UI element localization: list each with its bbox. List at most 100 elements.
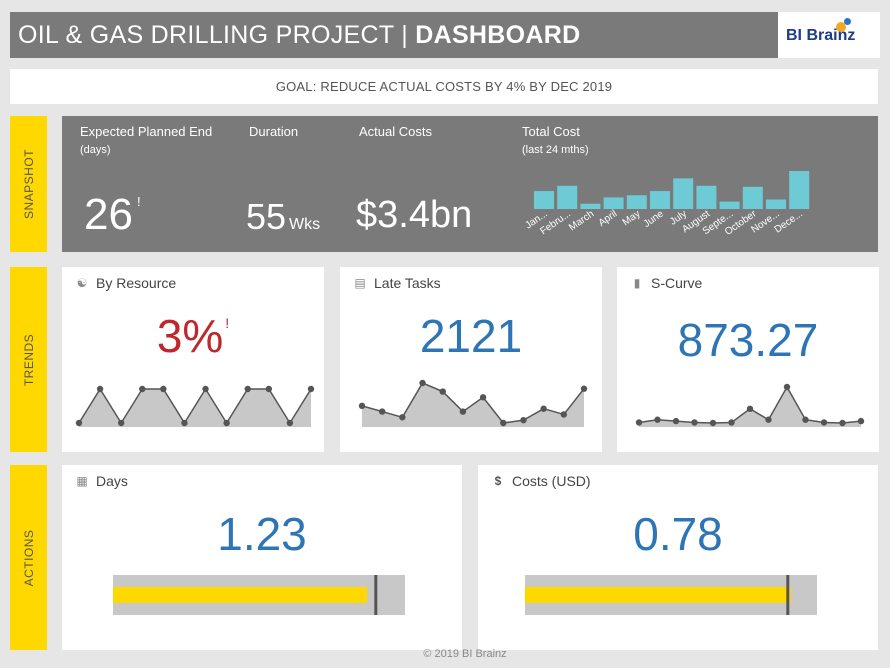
sparkline-point	[654, 416, 661, 423]
sparkline-point	[520, 416, 527, 424]
expected-end-label: Expected Planned End	[80, 124, 213, 139]
total-cost-tick-label: May	[621, 208, 643, 228]
total-cost-bar	[696, 185, 717, 209]
title-bold: DASHBOARD	[415, 21, 581, 49]
sparkline-point	[783, 383, 791, 391]
card-header: ▦ Days	[74, 473, 128, 489]
sparkline-point	[839, 419, 846, 427]
card-title: By Resource	[96, 275, 177, 291]
sparkline-point	[265, 385, 273, 393]
title-bar: OIL & GAS DRILLING PROJECT | DASHBOARD	[10, 12, 778, 58]
sparkline-point	[820, 419, 828, 426]
sparkline-point	[857, 417, 865, 425]
sparkline-area	[79, 389, 311, 427]
expected-end-value: 26!	[84, 190, 141, 240]
card-header: ▤ Late Tasks	[352, 275, 441, 291]
sparkline-point	[202, 385, 209, 393]
card-header: ▮ S-Curve	[629, 275, 703, 291]
card-header: ☯ By Resource	[74, 275, 177, 291]
calendar-icon: ▦	[76, 474, 88, 488]
section-label-actions: ACTIONS	[10, 465, 47, 650]
actual-costs-value: $3.4bn	[356, 194, 473, 236]
title-prefix: OIL & GAS DRILLING PROJECT |	[18, 21, 416, 49]
total-cost-bar-chart: Jan...Febru...March April May June JulyAugus…	[523, 171, 810, 238]
snapshot-panel: Expected Planned End (days) 26! Duration…	[62, 116, 878, 252]
duration-label: Duration	[249, 124, 299, 139]
total-cost-bar	[603, 197, 624, 209]
duration-value: 55 Wks	[246, 196, 320, 238]
sparkline-point	[139, 385, 146, 393]
actual-costs-label: Actual Costs	[359, 124, 432, 139]
sparkline-point	[691, 419, 698, 426]
by-resource-value: 3%!	[62, 309, 324, 363]
by-resource-sparkline	[75, 385, 315, 427]
days-card: ▦ Days 1.23	[62, 465, 462, 650]
sparkline-point	[75, 419, 83, 427]
costs-value: 0.78	[633, 508, 723, 560]
sparkline-point	[709, 419, 717, 427]
sparkline-point	[419, 379, 426, 387]
total-cost-tick-label: June	[642, 208, 666, 230]
total-cost-bar	[650, 191, 670, 209]
sparkline-point	[746, 405, 754, 413]
page-title: OIL & GAS DRILLING PROJECT | DASHBOARD	[18, 21, 580, 50]
sparkline-point	[765, 416, 772, 423]
sparkline-point	[244, 385, 251, 393]
sparkline-point	[560, 411, 568, 418]
sparkline-point	[479, 394, 487, 401]
logo-mark-dot	[844, 18, 851, 25]
brand-logo: BI Brainz	[778, 12, 880, 58]
late-tasks-card: ▤ Late Tasks 2121	[340, 267, 602, 452]
section-text: TRENDS	[21, 333, 36, 386]
clipboard-icon: ▤	[354, 276, 366, 290]
duration-number: 55	[246, 196, 287, 237]
sparkline-point	[459, 408, 467, 415]
sparkline-point	[378, 408, 386, 415]
total-cost-sub: (last 24 mths)	[522, 144, 589, 156]
sparkline-point	[439, 388, 446, 395]
total-cost-bar	[673, 178, 694, 209]
duration-unit: Wks	[289, 216, 321, 233]
total-cost-bar	[719, 201, 740, 209]
sparkline-point	[672, 417, 680, 425]
card-title: Days	[96, 473, 128, 489]
days-bullet-gauge	[113, 575, 405, 615]
people-icon: ☯	[76, 276, 88, 290]
sparkline-point	[728, 419, 735, 426]
bullet-fill	[113, 587, 368, 603]
bar-chart-icon: ▮	[633, 276, 641, 290]
expected-end-number: 26	[84, 190, 133, 239]
sparkline-point	[160, 385, 167, 393]
goal-banner: GOAL: REDUCE ACTUAL COSTS BY 4% BY DEC 2…	[10, 69, 878, 104]
total-cost-tick-label: March	[567, 208, 596, 233]
s-curve-sparkline	[635, 383, 865, 427]
footer-copyright: © 2019 BI Brainz	[423, 648, 507, 660]
total-cost-bar	[534, 191, 554, 209]
total-cost-label: Total Cost	[522, 124, 580, 139]
costs-bullet-gauge	[525, 575, 817, 615]
costs-card: $ Costs (USD) 0.78	[478, 465, 878, 650]
card-title: Late Tasks	[374, 275, 441, 291]
sparkline-point	[223, 419, 230, 427]
total-cost-bar	[789, 171, 810, 209]
card-title: S-Curve	[651, 275, 703, 291]
alert-icon: !	[225, 315, 230, 331]
sparkline-point	[500, 419, 507, 427]
value-number: 3%	[156, 310, 224, 362]
sparkline-point	[307, 385, 315, 393]
card-header: $ Costs (USD)	[490, 473, 591, 489]
days-value: 1.23	[217, 508, 307, 560]
section-label-snapshot: SNAPSHOT	[10, 116, 47, 252]
late-tasks-sparkline	[358, 379, 588, 427]
sparkline-point	[358, 402, 366, 410]
bullet-fill	[525, 587, 791, 603]
sparkline-point	[635, 419, 643, 426]
total-cost-bar	[626, 195, 647, 209]
expected-end-sub: (days)	[80, 144, 111, 156]
sparkline-point	[399, 414, 406, 421]
late-tasks-value: 2121	[419, 310, 523, 362]
total-cost-bar	[766, 199, 786, 209]
dollar-icon: $	[494, 474, 502, 488]
s-curve-value: 873.27	[677, 314, 819, 366]
total-cost-bar	[742, 186, 763, 209]
